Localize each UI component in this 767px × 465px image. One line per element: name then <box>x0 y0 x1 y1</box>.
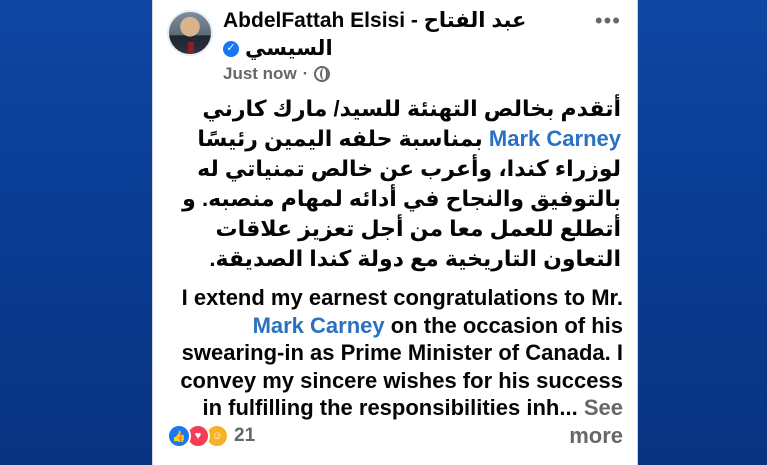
more-options-icon[interactable]: ••• <box>595 10 621 32</box>
author-name-continued: السيسي ✓ <box>223 36 453 61</box>
post-timestamp[interactable]: Just now <box>223 64 297 84</box>
english-text-end: on the occasion of his swearing-in as Pr… <box>180 312 623 421</box>
avatar-tie <box>188 42 194 54</box>
verified-badge-icon: ✓ <box>223 40 239 57</box>
post-card: AbdelFattah Elsisi - عبد الفتاح السيسي ✓… <box>152 0 638 465</box>
dot-separator: · <box>302 64 309 83</box>
author-name-line2[interactable]: السيسي <box>245 36 333 61</box>
english-text-start: I extend my earnest congratulations to M… <box>181 285 623 310</box>
see-more-link[interactable]: See more <box>569 395 623 448</box>
author-name[interactable]: AbdelFattah Elsisi - عبد الفتاح <box>223 8 526 33</box>
globe-icon <box>314 66 331 82</box>
like-icon: 👍 <box>167 424 191 448</box>
reaction-count[interactable]: 21 <box>234 425 255 447</box>
reactions-bar[interactable]: 👍 ♥ ☺ 21 <box>167 424 255 448</box>
post-text-arabic: أتقدم بخالص التهنئة للسيد/ مارك كارني Ma… <box>171 94 621 274</box>
author-avatar[interactable] <box>167 10 213 56</box>
arabic-text-start: أتقدم بخالص التهنئة للسيد/ مارك كارني <box>202 96 621 121</box>
post-meta: Just now · <box>223 64 331 84</box>
mention-link-arabic[interactable]: Mark Carney <box>489 126 621 151</box>
mention-link-english[interactable]: Mark Carney <box>253 313 385 338</box>
